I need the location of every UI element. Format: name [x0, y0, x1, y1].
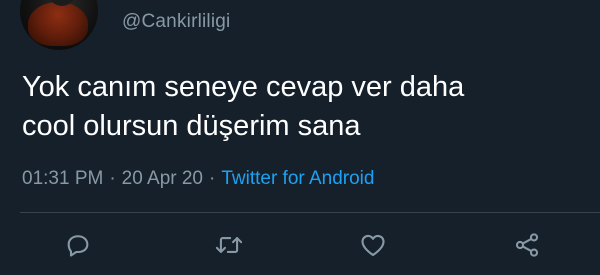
tweet-date[interactable]: 20 Apr 20	[122, 168, 203, 189]
tweet-source-link[interactable]: Twitter for Android	[221, 168, 374, 189]
meta-separator: ·	[209, 168, 216, 189]
reply-icon	[67, 235, 89, 257]
avatar[interactable]	[20, 0, 98, 50]
share-button[interactable]	[510, 228, 544, 262]
like-icon	[361, 234, 385, 256]
tweet-text-line-1: Yok canım seneye cevap ver daha	[22, 71, 465, 103]
retweet-button[interactable]	[212, 228, 246, 262]
tweet-meta: 01:31 PM · 20 Apr 20 · Twitter for Android	[22, 168, 374, 190]
like-button[interactable]	[356, 228, 390, 262]
divider	[20, 212, 600, 213]
retweet-icon	[215, 237, 243, 253]
user-handle[interactable]: @Cankirliligi	[122, 11, 230, 33]
tweet-detail: @Cankirliligi Yok canım seneye cevap ver…	[0, 0, 600, 275]
tweet-actions	[0, 228, 600, 264]
tweet-time[interactable]: 01:31 PM	[22, 168, 103, 189]
share-icon	[515, 233, 539, 257]
tweet-text-line-2: cool olursun düşerim sana	[22, 110, 361, 142]
reply-button[interactable]	[61, 228, 95, 262]
tweet-header: @Cankirliligi	[0, 0, 600, 56]
tweet-text: Yok canım seneye cevap ver daha cool olu…	[22, 68, 582, 146]
meta-separator: ·	[109, 168, 116, 189]
